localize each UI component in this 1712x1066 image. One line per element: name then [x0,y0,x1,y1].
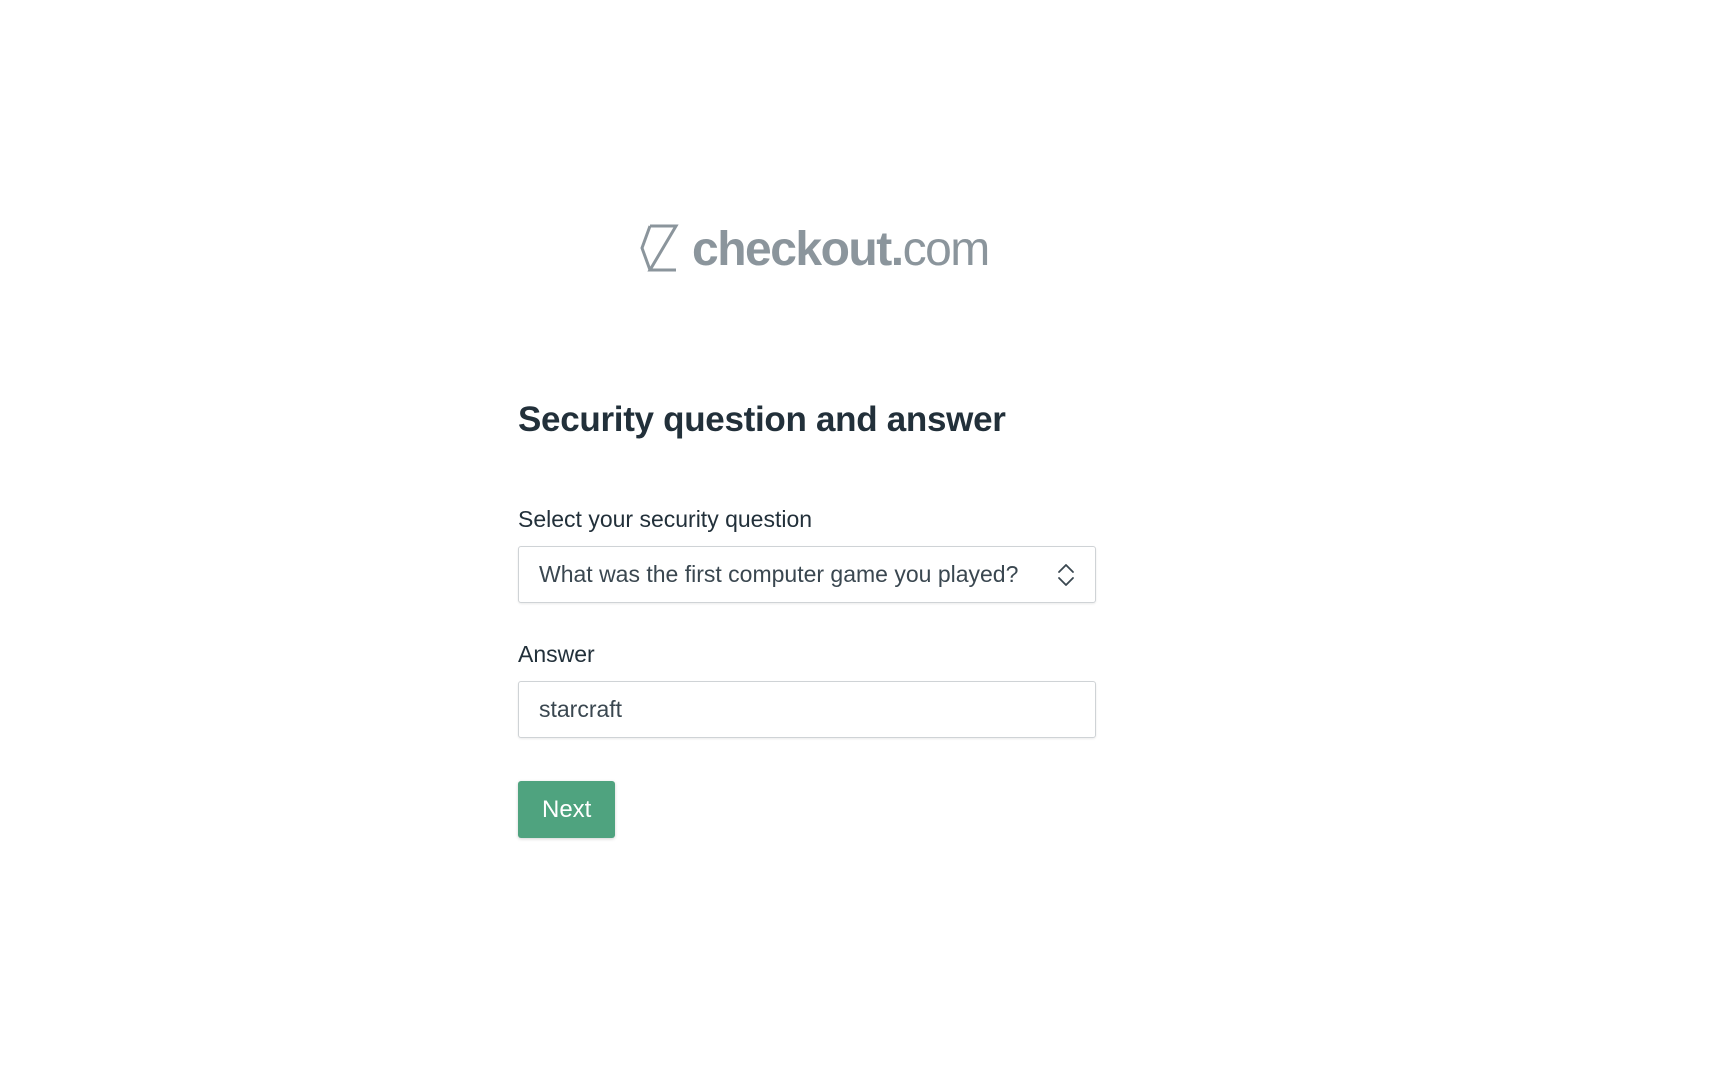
security-question-form: Security question and answer Select your… [518,396,1098,838]
security-question-label: Select your security question [518,506,813,532]
chevron-up-down-icon [1057,562,1075,588]
logo-text: checkout.com [692,223,991,276]
answer-input[interactable] [518,681,1096,738]
answer-label: Answer [518,641,595,667]
security-question-value: What was the first computer game you pla… [539,561,1019,587]
page-title: Security question and answer [518,400,1006,439]
next-button[interactable]: Next [518,781,616,838]
security-question-select[interactable]: What was the first computer game you pla… [518,546,1096,603]
checkout-logo: checkout.com [640,222,991,278]
logo-text-bold: checkout. [692,223,904,276]
checkout-logo-icon [640,224,692,277]
logo-text-light: com [902,223,991,276]
